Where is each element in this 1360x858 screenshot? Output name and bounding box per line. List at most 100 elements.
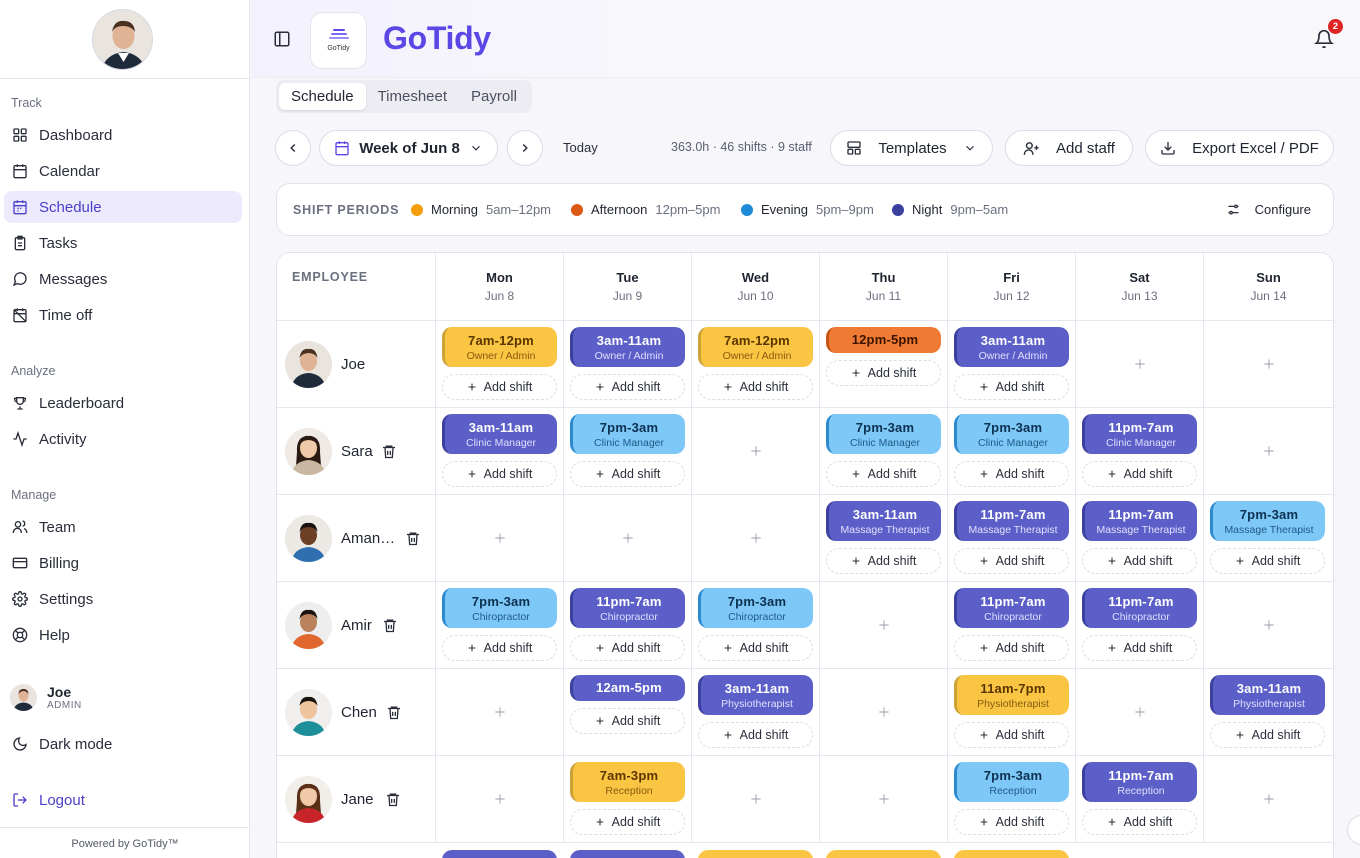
day-cell[interactable] [820, 669, 948, 756]
add-shift-button[interactable]: Add shift [1210, 722, 1325, 748]
shift-block[interactable]: 7pm-3am Clinic Manager [954, 414, 1069, 454]
add-shift-button[interactable]: Add shift [954, 722, 1069, 748]
shift-block[interactable]: 11pm-7am Chiropractor [954, 588, 1069, 628]
shift-block[interactable] [442, 850, 557, 858]
add-shift-button[interactable]: Add shift [570, 461, 685, 487]
add-shift-button[interactable]: Add shift [698, 722, 813, 748]
trash-icon[interactable] [385, 791, 401, 808]
day-cell[interactable]: 3am-11am Owner / Admin Add shift [564, 321, 692, 408]
plus-icon[interactable] [1133, 357, 1147, 371]
shift-block[interactable]: 7am-12pm Owner / Admin [698, 327, 813, 367]
day-cell[interactable] [436, 756, 564, 843]
shift-block[interactable]: 11pm-7am Chiropractor [1082, 588, 1197, 628]
day-cell[interactable]: 7pm-3am Reception Add shift [948, 756, 1076, 843]
shift-block[interactable]: 12pm-5pm [826, 327, 941, 353]
sidebar-item-activity[interactable]: Activity [4, 423, 242, 455]
shift-block[interactable]: 11am-7pm Physiotherapist [954, 675, 1069, 715]
plus-icon[interactable] [493, 792, 507, 806]
add-shift-button[interactable]: Add shift [1210, 548, 1325, 574]
add-shift-button[interactable]: Add shift [442, 635, 557, 661]
plus-icon[interactable] [877, 705, 891, 719]
sidebar-item-schedule[interactable]: Schedule [4, 191, 242, 223]
day-cell[interactable] [692, 756, 820, 843]
sidebar-item-messages[interactable]: Messages [4, 263, 242, 295]
day-cell[interactable] [1204, 321, 1333, 408]
day-cell[interactable]: 11pm-7am Chiropractor Add shift [1076, 582, 1204, 669]
plus-icon[interactable] [749, 792, 763, 806]
shift-block[interactable]: 7pm-3am Massage Therapist [1210, 501, 1325, 541]
shift-block[interactable] [954, 850, 1069, 858]
day-cell[interactable]: 12am-5pm Add shift [564, 669, 692, 756]
shift-block[interactable]: 11pm-7am Chiropractor [570, 588, 685, 628]
plus-icon[interactable] [1262, 618, 1276, 632]
today-button[interactable]: Today [563, 140, 598, 155]
add-shift-button[interactable]: Add shift [570, 635, 685, 661]
tab-payroll[interactable]: Payroll [459, 83, 529, 110]
day-cell[interactable] [1076, 669, 1204, 756]
plus-icon[interactable] [493, 705, 507, 719]
add-shift-button[interactable]: Add shift [1082, 809, 1197, 835]
shift-block[interactable]: 3am-11am Clinic Manager [442, 414, 557, 454]
plus-icon[interactable] [1262, 357, 1276, 371]
shift-block[interactable]: 3am-11am Physiotherapist [1210, 675, 1325, 715]
add-shift-button[interactable]: Add shift [1082, 635, 1197, 661]
day-cell[interactable]: 3am-11am Clinic Manager Add shift [436, 408, 564, 495]
add-shift-button[interactable]: Add shift [954, 635, 1069, 661]
week-picker[interactable]: Week of Jun 8 [319, 130, 498, 166]
day-cell[interactable]: 11pm-7am Reception Add shift [1076, 756, 1204, 843]
day-cell[interactable]: 7am-12pm Owner / Admin Add shift [436, 321, 564, 408]
day-cell[interactable]: 7am-3pm Reception Add shift [564, 756, 692, 843]
add-shift-button[interactable]: Add shift [1082, 461, 1197, 487]
plus-icon[interactable] [621, 531, 635, 545]
day-cell[interactable]: 7pm-3am Clinic Manager Add shift [820, 408, 948, 495]
add-shift-button[interactable]: Add shift [954, 548, 1069, 574]
employee-name[interactable]: Aman… [341, 530, 395, 547]
shift-block[interactable]: 3am-11am Owner / Admin [954, 327, 1069, 367]
day-cell[interactable] [692, 495, 820, 582]
shift-block[interactable]: 7pm-3am Chiropractor [442, 588, 557, 628]
add-shift-button[interactable]: Add shift [826, 360, 941, 386]
employee-name[interactable]: Joe [341, 356, 365, 373]
day-cell[interactable] [820, 582, 948, 669]
shift-block[interactable]: 11pm-7am Clinic Manager [1082, 414, 1197, 454]
day-cell[interactable]: 7pm-3am Clinic Manager Add shift [948, 408, 1076, 495]
day-cell[interactable] [1204, 408, 1333, 495]
configure-button[interactable]: Configure [1226, 202, 1311, 217]
day-cell[interactable]: 11pm-7am Chiropractor Add shift [564, 582, 692, 669]
shift-block[interactable]: 3am-11am Owner / Admin [570, 327, 685, 367]
shift-block[interactable]: 11pm-7am Reception [1082, 762, 1197, 802]
shift-block[interactable] [698, 850, 813, 858]
add-shift-button[interactable]: Add shift [570, 708, 685, 734]
shift-block[interactable] [570, 850, 685, 858]
sidebar-item-help[interactable]: Help [4, 619, 242, 651]
plus-icon[interactable] [1133, 705, 1147, 719]
day-cell[interactable]: 3am-11am Physiotherapist Add shift [1204, 669, 1333, 756]
day-cell[interactable] [692, 408, 820, 495]
day-cell[interactable] [436, 495, 564, 582]
employee-name[interactable]: Sara [341, 443, 373, 460]
day-cell[interactable]: 11pm-7am Massage Therapist Add shift [1076, 495, 1204, 582]
add-shift-button[interactable]: Add shift [826, 548, 941, 574]
sidebar-item-settings[interactable]: Settings [4, 583, 242, 615]
dark-mode-toggle[interactable]: Dark mode [4, 728, 242, 760]
tab-timesheet[interactable]: Timesheet [366, 83, 459, 110]
shift-block[interactable]: 3am-11am Massage Therapist [826, 501, 941, 541]
add-shift-button[interactable]: Add shift [954, 374, 1069, 400]
sidebar-item-team[interactable]: Team [4, 511, 242, 543]
employee-name[interactable]: Jane [341, 791, 374, 808]
sidebar-item-dashboard[interactable]: Dashboard [4, 119, 242, 151]
scroll-button[interactable] [1347, 815, 1360, 845]
trash-icon[interactable] [405, 530, 421, 547]
profile-avatar[interactable] [92, 9, 153, 70]
shift-block[interactable]: 11pm-7am Massage Therapist [954, 501, 1069, 541]
trash-icon[interactable] [381, 443, 397, 460]
sidebar-item-billing[interactable]: Billing [4, 547, 242, 579]
day-cell[interactable]: 11am-7pm Physiotherapist Add shift [948, 669, 1076, 756]
shift-block[interactable]: 7am-12pm Owner / Admin [442, 327, 557, 367]
next-week-button[interactable] [507, 130, 543, 166]
shift-block[interactable]: 3am-11am Physiotherapist [698, 675, 813, 715]
shift-block[interactable]: 11pm-7am Massage Therapist [1082, 501, 1197, 541]
shift-block[interactable] [826, 850, 941, 858]
trash-icon[interactable] [386, 704, 402, 721]
plus-icon[interactable] [1262, 792, 1276, 806]
